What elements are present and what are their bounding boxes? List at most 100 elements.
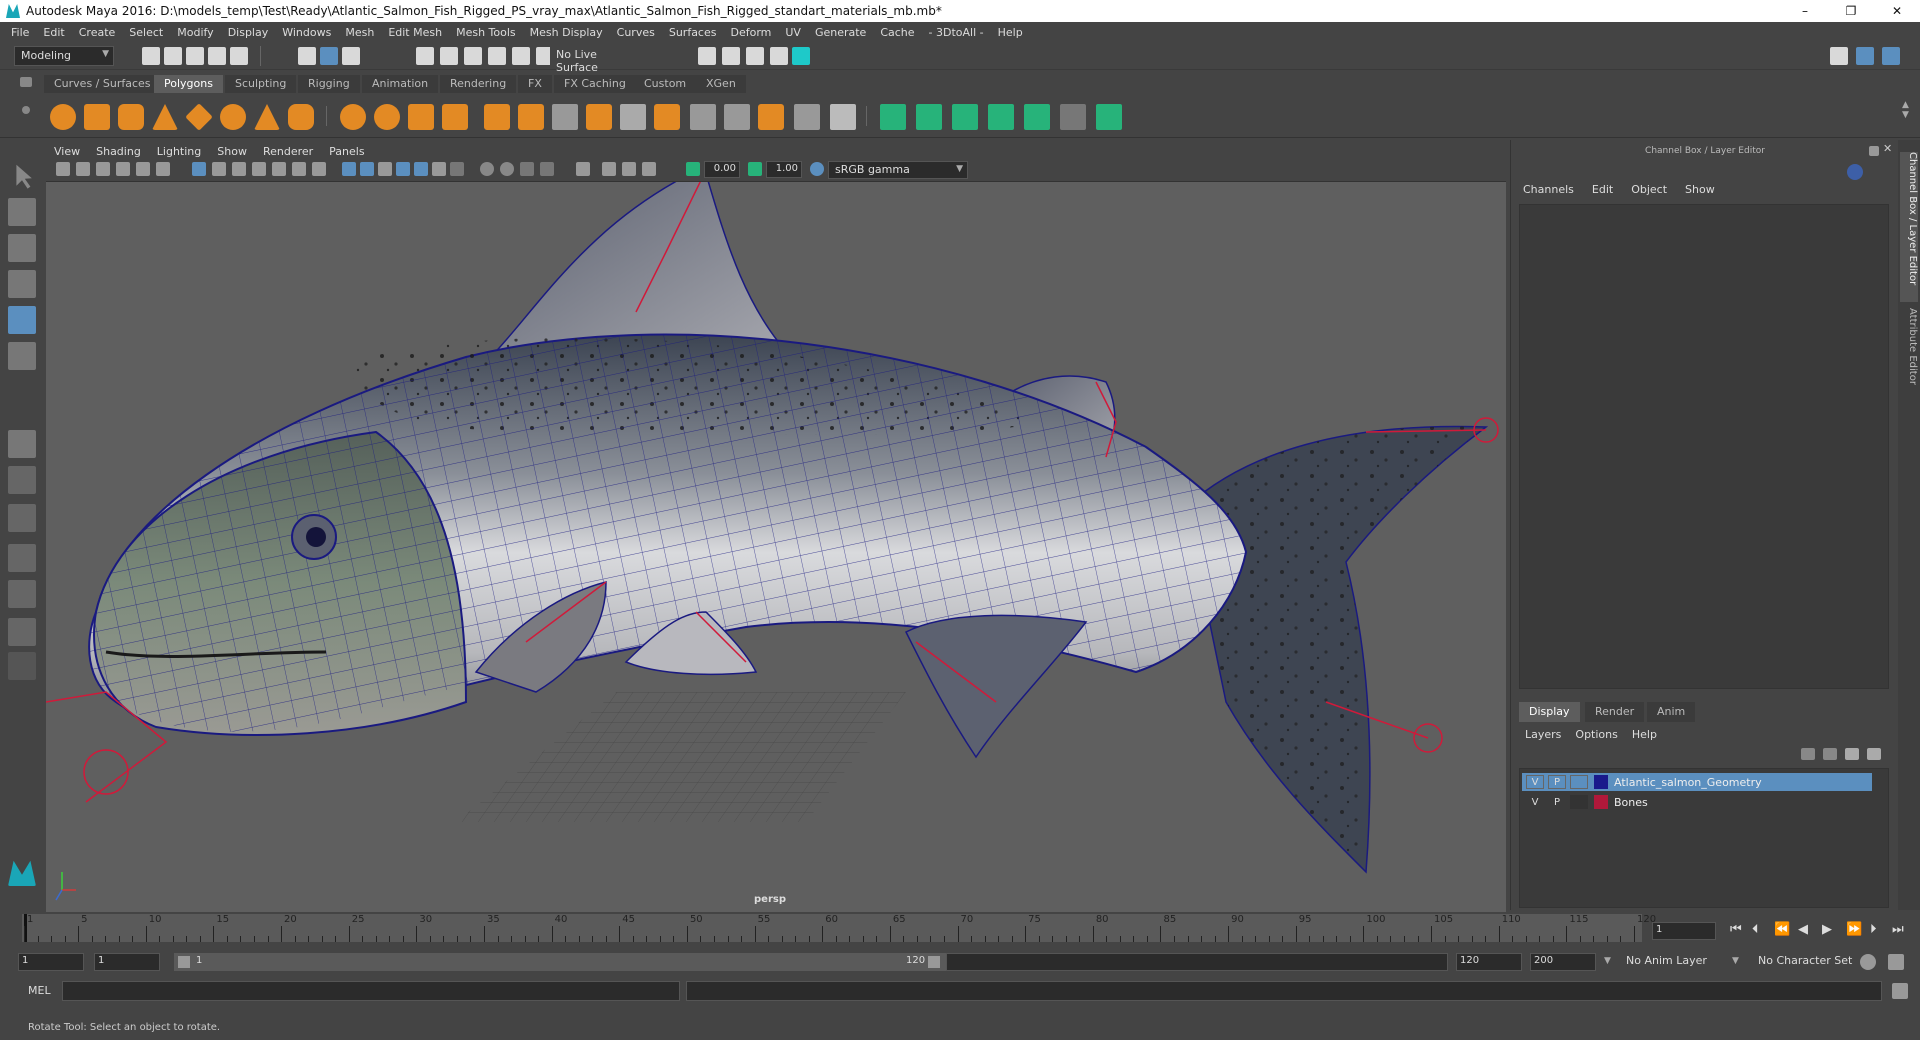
viewport-menu-show[interactable]: Show [209, 145, 255, 158]
select-camera-icon[interactable] [56, 162, 70, 176]
uv-layout-icon[interactable] [8, 618, 36, 646]
tab-fx[interactable]: FX [518, 75, 552, 93]
render-settings-icon[interactable] [770, 47, 788, 65]
viewport-menu-view[interactable]: View [46, 145, 88, 158]
persp-graph-layout-icon[interactable] [8, 544, 36, 572]
go-to-start-icon[interactable]: ⏮ [1730, 922, 1742, 937]
layer-playback-toggle[interactable]: P [1548, 795, 1566, 809]
new-empty-layer-icon[interactable] [1845, 748, 1859, 760]
wireframe-on-shaded-icon[interactable] [396, 162, 410, 176]
step-back-key-icon[interactable]: ⏪ [1774, 922, 1790, 937]
hypershade-icon[interactable] [792, 47, 810, 65]
layer-color-swatch[interactable] [1594, 795, 1608, 809]
time-ruler[interactable]: 1 5 10 15 20 25 30 35 40 45 50 55 60 65 70 75 80 85 90 95 10… [22, 914, 1656, 942]
lasso-tool-icon[interactable] [8, 198, 36, 226]
object-menu[interactable]: Object [1631, 183, 1667, 196]
minimize-button[interactable]: – [1782, 0, 1828, 22]
range-slider-track[interactable] [946, 953, 1448, 971]
menu-file[interactable]: File [4, 26, 36, 39]
select-by-hierarchy-icon[interactable] [298, 47, 316, 65]
tab-fx-caching[interactable]: FX Caching [554, 75, 636, 93]
step-forward-key-icon[interactable]: ⏩ [1846, 922, 1862, 937]
menu-display[interactable]: Display [221, 26, 276, 39]
unfold-icon[interactable] [1096, 104, 1122, 130]
move-layer-down-icon[interactable] [1823, 748, 1837, 760]
mode-dropdown[interactable]: Modeling ▼ [14, 46, 114, 66]
color-management-icon[interactable] [810, 162, 824, 176]
viewport-menu-shading[interactable]: Shading [88, 145, 149, 158]
bookmark-icon[interactable] [96, 162, 110, 176]
step-back-frame-icon[interactable]: ⏴ [1752, 922, 1759, 937]
gamma-icon[interactable] [748, 162, 762, 176]
menu-mesh-tools[interactable]: Mesh Tools [449, 26, 523, 39]
new-layer-from-selected-icon[interactable] [1867, 748, 1881, 760]
menu-help[interactable]: Help [991, 26, 1030, 39]
auto-key-icon[interactable] [1860, 954, 1876, 970]
viewport-menu-panels[interactable]: Panels [321, 145, 372, 158]
menu-uv[interactable]: UV [778, 26, 808, 39]
range-slider[interactable]: 1 120 [174, 953, 946, 971]
textured-icon[interactable] [414, 162, 428, 176]
menu-surfaces[interactable]: Surfaces [662, 26, 724, 39]
depth-of-field-icon[interactable] [540, 162, 554, 176]
multi-cut-icon[interactable] [552, 104, 578, 130]
default-material-icon[interactable] [378, 162, 392, 176]
tab-render[interactable]: Render [1585, 702, 1645, 722]
combine-icon[interactable] [340, 104, 366, 130]
checker-icon[interactable] [1060, 104, 1086, 130]
poly-cone-icon[interactable] [152, 104, 178, 130]
animation-start-field[interactable]: 1 [18, 953, 84, 971]
extract-icon[interactable] [408, 104, 434, 130]
menu-deform[interactable]: Deform [723, 26, 778, 39]
help-menu[interactable]: Help [1632, 728, 1657, 741]
tab-anim[interactable]: Anim [1647, 702, 1696, 722]
channel-box-manip-icon[interactable] [1847, 164, 1863, 180]
single-perspective-layout-icon[interactable] [8, 430, 36, 458]
layer-display-type-toggle[interactable] [1570, 795, 1588, 809]
menu-generate[interactable]: Generate [808, 26, 873, 39]
chevron-down-icon[interactable]: ▼ [1604, 956, 1611, 966]
layers-menu[interactable]: Layers [1525, 728, 1561, 741]
toggle-panel-icon[interactable] [1856, 47, 1874, 65]
select-tool-icon[interactable] [16, 164, 32, 189]
menu-mesh[interactable]: Mesh [338, 26, 381, 39]
poly-cube-icon[interactable] [84, 104, 110, 130]
close-panel-icon[interactable]: ✕ [1883, 142, 1897, 156]
menu-edit[interactable]: Edit [36, 26, 71, 39]
poly-plane-icon[interactable] [185, 103, 213, 131]
show-menu[interactable]: Show [1685, 183, 1715, 196]
persp-outliner-layout-icon[interactable] [8, 504, 36, 532]
snap-surface-icon[interactable] [512, 47, 530, 65]
gamma-field[interactable]: 1.00 [766, 161, 802, 178]
menu-cache[interactable]: Cache [873, 26, 921, 39]
bridge-icon[interactable] [586, 104, 612, 130]
wireframe-icon[interactable] [342, 162, 356, 176]
bevel-icon[interactable] [484, 104, 510, 130]
ambient-occlusion-icon[interactable] [480, 162, 494, 176]
restore-button[interactable]: ❐ [1828, 0, 1874, 22]
viewport-menu-renderer[interactable]: Renderer [255, 145, 321, 158]
close-button[interactable]: ✕ [1874, 0, 1920, 22]
tab-rigging[interactable]: Rigging [298, 75, 360, 93]
move-layer-up-icon[interactable] [1801, 748, 1815, 760]
menu-create[interactable]: Create [72, 26, 123, 39]
smooth-shade-icon[interactable] [360, 162, 374, 176]
tab-xgen[interactable]: XGen [696, 75, 746, 93]
tab-channel-box-layer-editor[interactable]: Channel Box / Layer Editor [1900, 152, 1918, 302]
film-gate-icon[interactable] [212, 162, 226, 176]
play-forwards-icon[interactable]: ▶ [1822, 922, 1832, 937]
float-panel-icon[interactable] [1869, 146, 1879, 156]
poly-torus-icon[interactable] [220, 104, 246, 130]
menu-windows[interactable]: Windows [275, 26, 338, 39]
menu-edit-mesh[interactable]: Edit Mesh [381, 26, 449, 39]
xray-active-icon[interactable] [642, 162, 656, 176]
spherical-uv-icon[interactable] [952, 104, 978, 130]
modeling-toolkit-icon[interactable] [1830, 47, 1848, 65]
separate-icon[interactable] [374, 104, 400, 130]
command-input[interactable] [62, 981, 680, 1001]
viewport-menu-lighting[interactable]: Lighting [149, 145, 209, 158]
new-scene-icon[interactable] [142, 47, 160, 65]
menu-select[interactable]: Select [122, 26, 170, 39]
chevron-down-icon[interactable]: ▼ [1732, 956, 1739, 966]
view-transform-dropdown[interactable]: sRGB gamma ▼ [828, 161, 968, 179]
